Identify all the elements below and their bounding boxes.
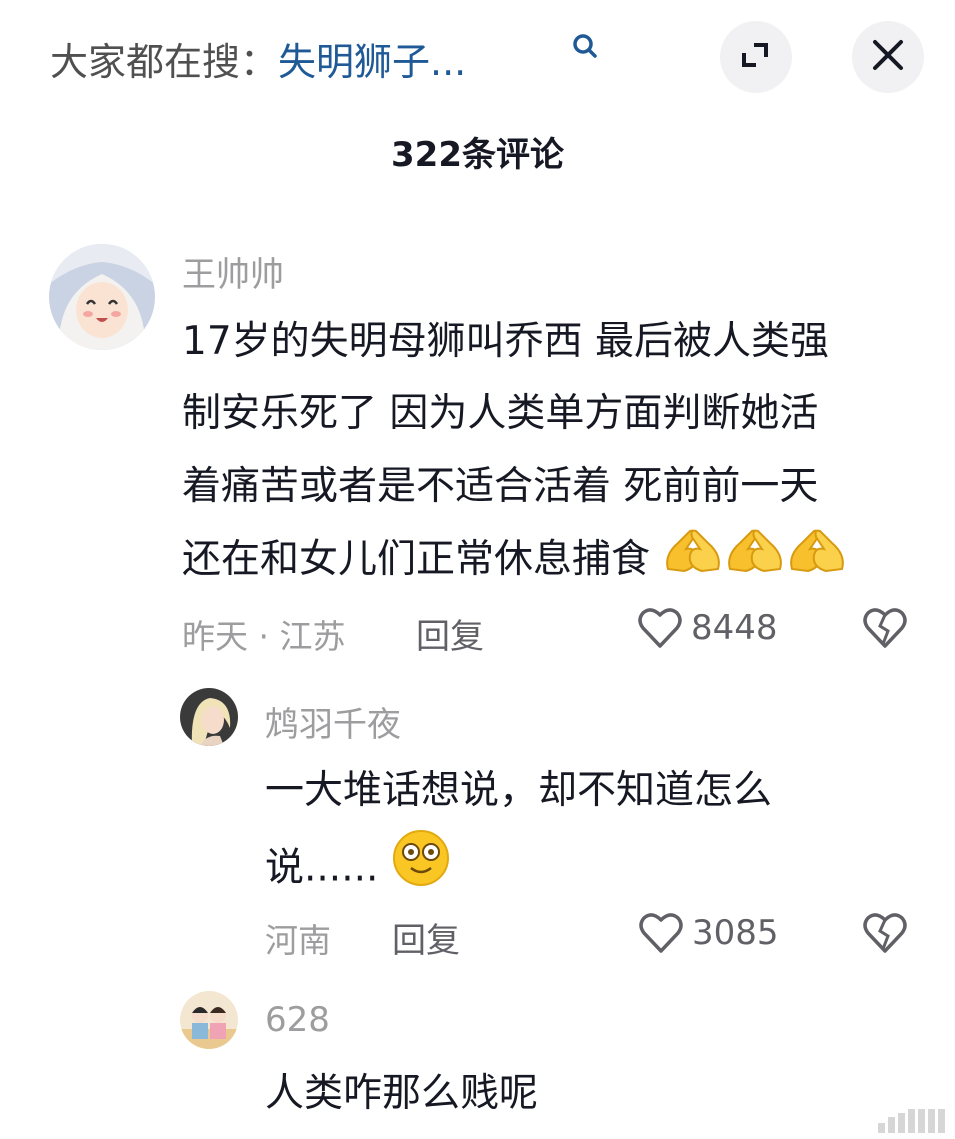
broken-heart-icon[interactable] bbox=[862, 911, 908, 959]
like-count: 3085 bbox=[692, 913, 779, 953]
comment-username[interactable]: 628 bbox=[265, 1000, 330, 1040]
comment-count-title: 322条评论 bbox=[391, 135, 564, 175]
comment-line: 还在和女儿们正常休息捕食 bbox=[182, 537, 651, 582]
comment-meta: 河南 bbox=[265, 921, 331, 960]
avatar[interactable] bbox=[49, 244, 155, 350]
expand-button[interactable] bbox=[720, 21, 792, 93]
pray-emoji bbox=[662, 525, 724, 599]
comment-username[interactable]: 王帅帅 bbox=[182, 247, 284, 296]
like-button[interactable]: 3085 bbox=[638, 911, 779, 955]
avatar[interactable] bbox=[180, 688, 238, 746]
comment-line: 人类咋那么贱呢 bbox=[265, 1071, 539, 1116]
comment-line: 一大堆话想说，却不知道怎么 bbox=[265, 768, 773, 813]
comment-line: 制安乐死了 因为人类单方面判断她活 bbox=[182, 391, 819, 436]
search-icon[interactable] bbox=[570, 32, 600, 62]
expand-icon bbox=[738, 37, 774, 77]
comment-line: 着痛苦或者是不适合活着 死前前一天 bbox=[182, 464, 819, 509]
dizzy-face-emoji bbox=[391, 828, 451, 912]
watermark-bars bbox=[878, 1109, 945, 1133]
pray-emoji bbox=[786, 525, 848, 599]
heart-icon bbox=[639, 913, 683, 953]
comment-line-last: 说...... bbox=[265, 828, 451, 912]
comment-line-last: 还在和女儿们正常休息捕食 bbox=[182, 524, 848, 599]
reply-button[interactable]: 回复 bbox=[416, 609, 484, 658]
heart-icon bbox=[638, 608, 682, 648]
close-icon bbox=[871, 38, 905, 76]
search-term-link[interactable]: 失明狮子... bbox=[278, 31, 466, 86]
comment-line: 说...... bbox=[265, 845, 379, 891]
like-button[interactable]: 8448 bbox=[637, 606, 778, 650]
comment-username[interactable]: 鸩羽千夜 bbox=[265, 697, 401, 746]
avatar[interactable] bbox=[180, 991, 238, 1049]
like-count: 8448 bbox=[691, 608, 778, 648]
reply-button[interactable]: 回复 bbox=[392, 913, 460, 962]
broken-heart-icon[interactable] bbox=[862, 606, 908, 654]
pray-emoji bbox=[724, 525, 786, 599]
comment-line: 17岁的失明母狮叫乔西 最后被人类强 bbox=[182, 319, 830, 364]
search-suggestion[interactable]: 大家都在搜： 失明狮子... bbox=[50, 30, 466, 86]
search-prefix: 大家都在搜： bbox=[50, 39, 279, 84]
comment-meta: 昨天 · 江苏 bbox=[182, 617, 346, 656]
close-button[interactable] bbox=[852, 21, 924, 93]
